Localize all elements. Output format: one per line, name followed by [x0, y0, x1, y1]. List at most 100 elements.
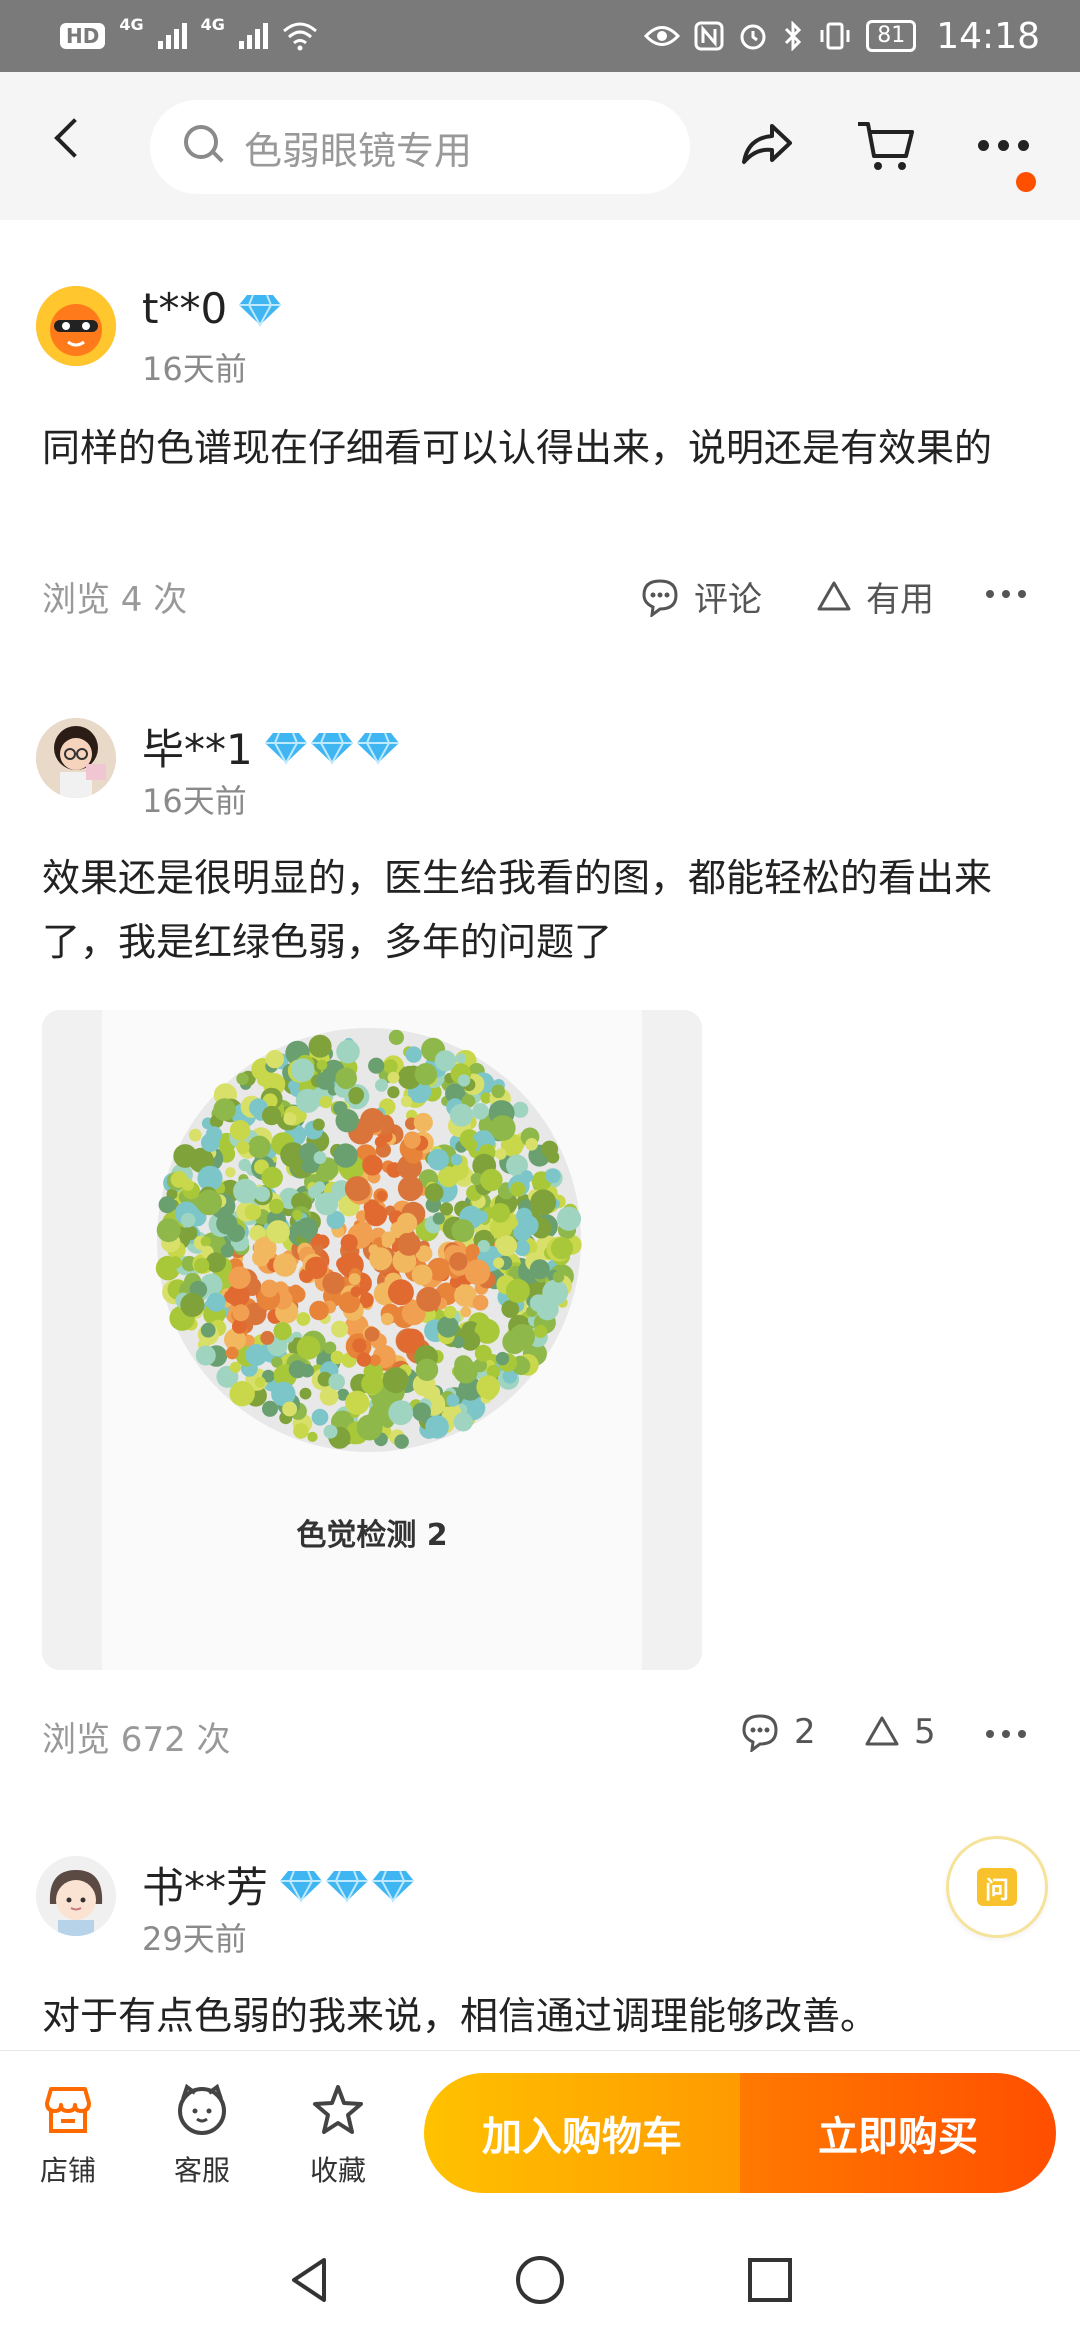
eye-icon — [644, 26, 681, 46]
plate-dot — [319, 1095, 333, 1109]
plate-dot — [434, 1050, 456, 1072]
plate-dot — [491, 1084, 506, 1099]
plate-dot — [233, 1178, 258, 1204]
plate-dot — [316, 1071, 335, 1090]
plate-dot — [460, 1306, 472, 1318]
plate-dot — [490, 1203, 511, 1223]
plate-dot — [350, 1286, 362, 1298]
useful-button[interactable]: 有用 — [816, 572, 934, 621]
notification-dot — [1016, 172, 1036, 192]
plate-dot — [188, 1128, 202, 1142]
wifi-icon — [282, 22, 317, 51]
plate-dot — [368, 1057, 385, 1074]
comment-button[interactable]: 评论 — [640, 572, 762, 621]
plate-dot — [322, 1271, 345, 1295]
plate-dot — [533, 1324, 548, 1338]
plate-dot — [236, 1072, 249, 1085]
plate-dot — [335, 1109, 359, 1133]
shop-button[interactable]: 店铺 — [18, 2081, 118, 2189]
plate-dot — [387, 1071, 400, 1084]
plate-dot — [512, 1101, 529, 1118]
plate-dot — [387, 1279, 414, 1306]
signal-icon — [157, 23, 187, 49]
plate-dot — [308, 1034, 332, 1058]
avatar[interactable] — [36, 718, 116, 798]
plate-dot — [323, 1424, 338, 1439]
review-time: 16天前 — [142, 350, 247, 388]
more-options-icon[interactable] — [986, 1730, 1026, 1738]
plate-dot — [305, 1256, 328, 1279]
review-photo[interactable]: 色觉检测 2 — [42, 1010, 702, 1670]
add-to-cart-button[interactable]: 加入购物车 — [424, 2073, 740, 2193]
share-icon[interactable] — [730, 110, 800, 180]
avatar[interactable] — [36, 286, 116, 366]
plate-dot — [314, 1181, 326, 1193]
plate-dot — [158, 1196, 176, 1214]
plate-dot — [307, 1431, 318, 1442]
search-icon — [184, 125, 244, 169]
plate-dot — [196, 1189, 222, 1216]
diamond-icon — [326, 1870, 369, 1903]
network-type: 4G — [119, 14, 144, 34]
plate-dot — [200, 1236, 211, 1247]
plate-dot — [414, 1063, 438, 1086]
plate-dot — [300, 1363, 315, 1378]
plate-dot — [520, 1170, 533, 1183]
plate-dot — [290, 1058, 315, 1082]
plate-dot — [369, 1247, 393, 1271]
plate-dot — [268, 1198, 284, 1214]
plate-dot — [413, 1112, 433, 1133]
comment-icon — [642, 578, 678, 617]
thumbs-up-icon — [817, 581, 851, 610]
plate-dot — [464, 1138, 478, 1152]
plate-dot — [330, 1350, 344, 1365]
more-options-icon[interactable] — [986, 590, 1026, 598]
plate-dot — [400, 1095, 413, 1108]
plate-dot — [309, 1300, 329, 1321]
plate-dot — [313, 1151, 327, 1164]
plate-dot — [472, 1294, 489, 1311]
plate-dot — [493, 1257, 505, 1269]
plate-dot — [474, 1344, 492, 1362]
review-time: 16天前 — [142, 782, 247, 820]
plate-dot — [465, 1244, 480, 1259]
nav-home-icon[interactable] — [512, 2252, 568, 2308]
cart-icon[interactable] — [850, 110, 920, 180]
ask-icon: 问 — [977, 1868, 1017, 1906]
plate-dot — [311, 1408, 329, 1426]
plate-dot — [331, 1320, 349, 1338]
comment-button[interactable]: 2 — [740, 1712, 816, 1752]
customer-service-button[interactable]: 客服 — [152, 2081, 252, 2189]
review-item: t**0 16天前 同样的色谱现在仔细看可以认得出来，说明还是有效果的 浏览 4… — [0, 220, 1080, 640]
plate-dot — [335, 1067, 358, 1090]
plate-dot — [168, 1256, 182, 1269]
view-count: 浏览 4 次 — [42, 580, 188, 620]
plate-dot — [476, 1375, 501, 1399]
bottom-action-bar: 店铺 客服 收藏 加入购物车 立即购买 — [0, 2050, 1080, 2221]
search-input[interactable]: 色弱眼镜专用 — [150, 100, 690, 194]
avatar[interactable] — [36, 1856, 116, 1936]
back-icon[interactable] — [54, 118, 94, 158]
plate-dot — [336, 1257, 350, 1271]
plate-dot — [180, 1292, 205, 1317]
member-level — [237, 289, 283, 329]
plate-dot — [348, 1273, 361, 1286]
plate-dot — [283, 1112, 297, 1126]
ask-question-button[interactable]: 问 — [946, 1836, 1048, 1938]
plate-dot — [502, 1329, 527, 1355]
plate-dot — [381, 1312, 394, 1326]
plate-dot — [450, 1153, 463, 1166]
more-icon[interactable] — [968, 110, 1038, 180]
plate-dot — [396, 1212, 418, 1234]
nav-back-icon[interactable] — [282, 2252, 338, 2308]
buy-now-button[interactable]: 立即购买 — [740, 2073, 1056, 2193]
nav-recents-icon[interactable] — [742, 2252, 798, 2308]
plate-dot — [229, 1381, 255, 1407]
plate-dot — [382, 1367, 409, 1394]
favorite-button[interactable]: 收藏 — [288, 2081, 388, 2189]
star-icon — [313, 2085, 363, 2134]
username-text: t**0 — [142, 284, 228, 333]
plate-dot — [156, 1218, 181, 1243]
useful-button[interactable]: 5 — [864, 1712, 936, 1752]
diamond-icon — [280, 1870, 323, 1903]
